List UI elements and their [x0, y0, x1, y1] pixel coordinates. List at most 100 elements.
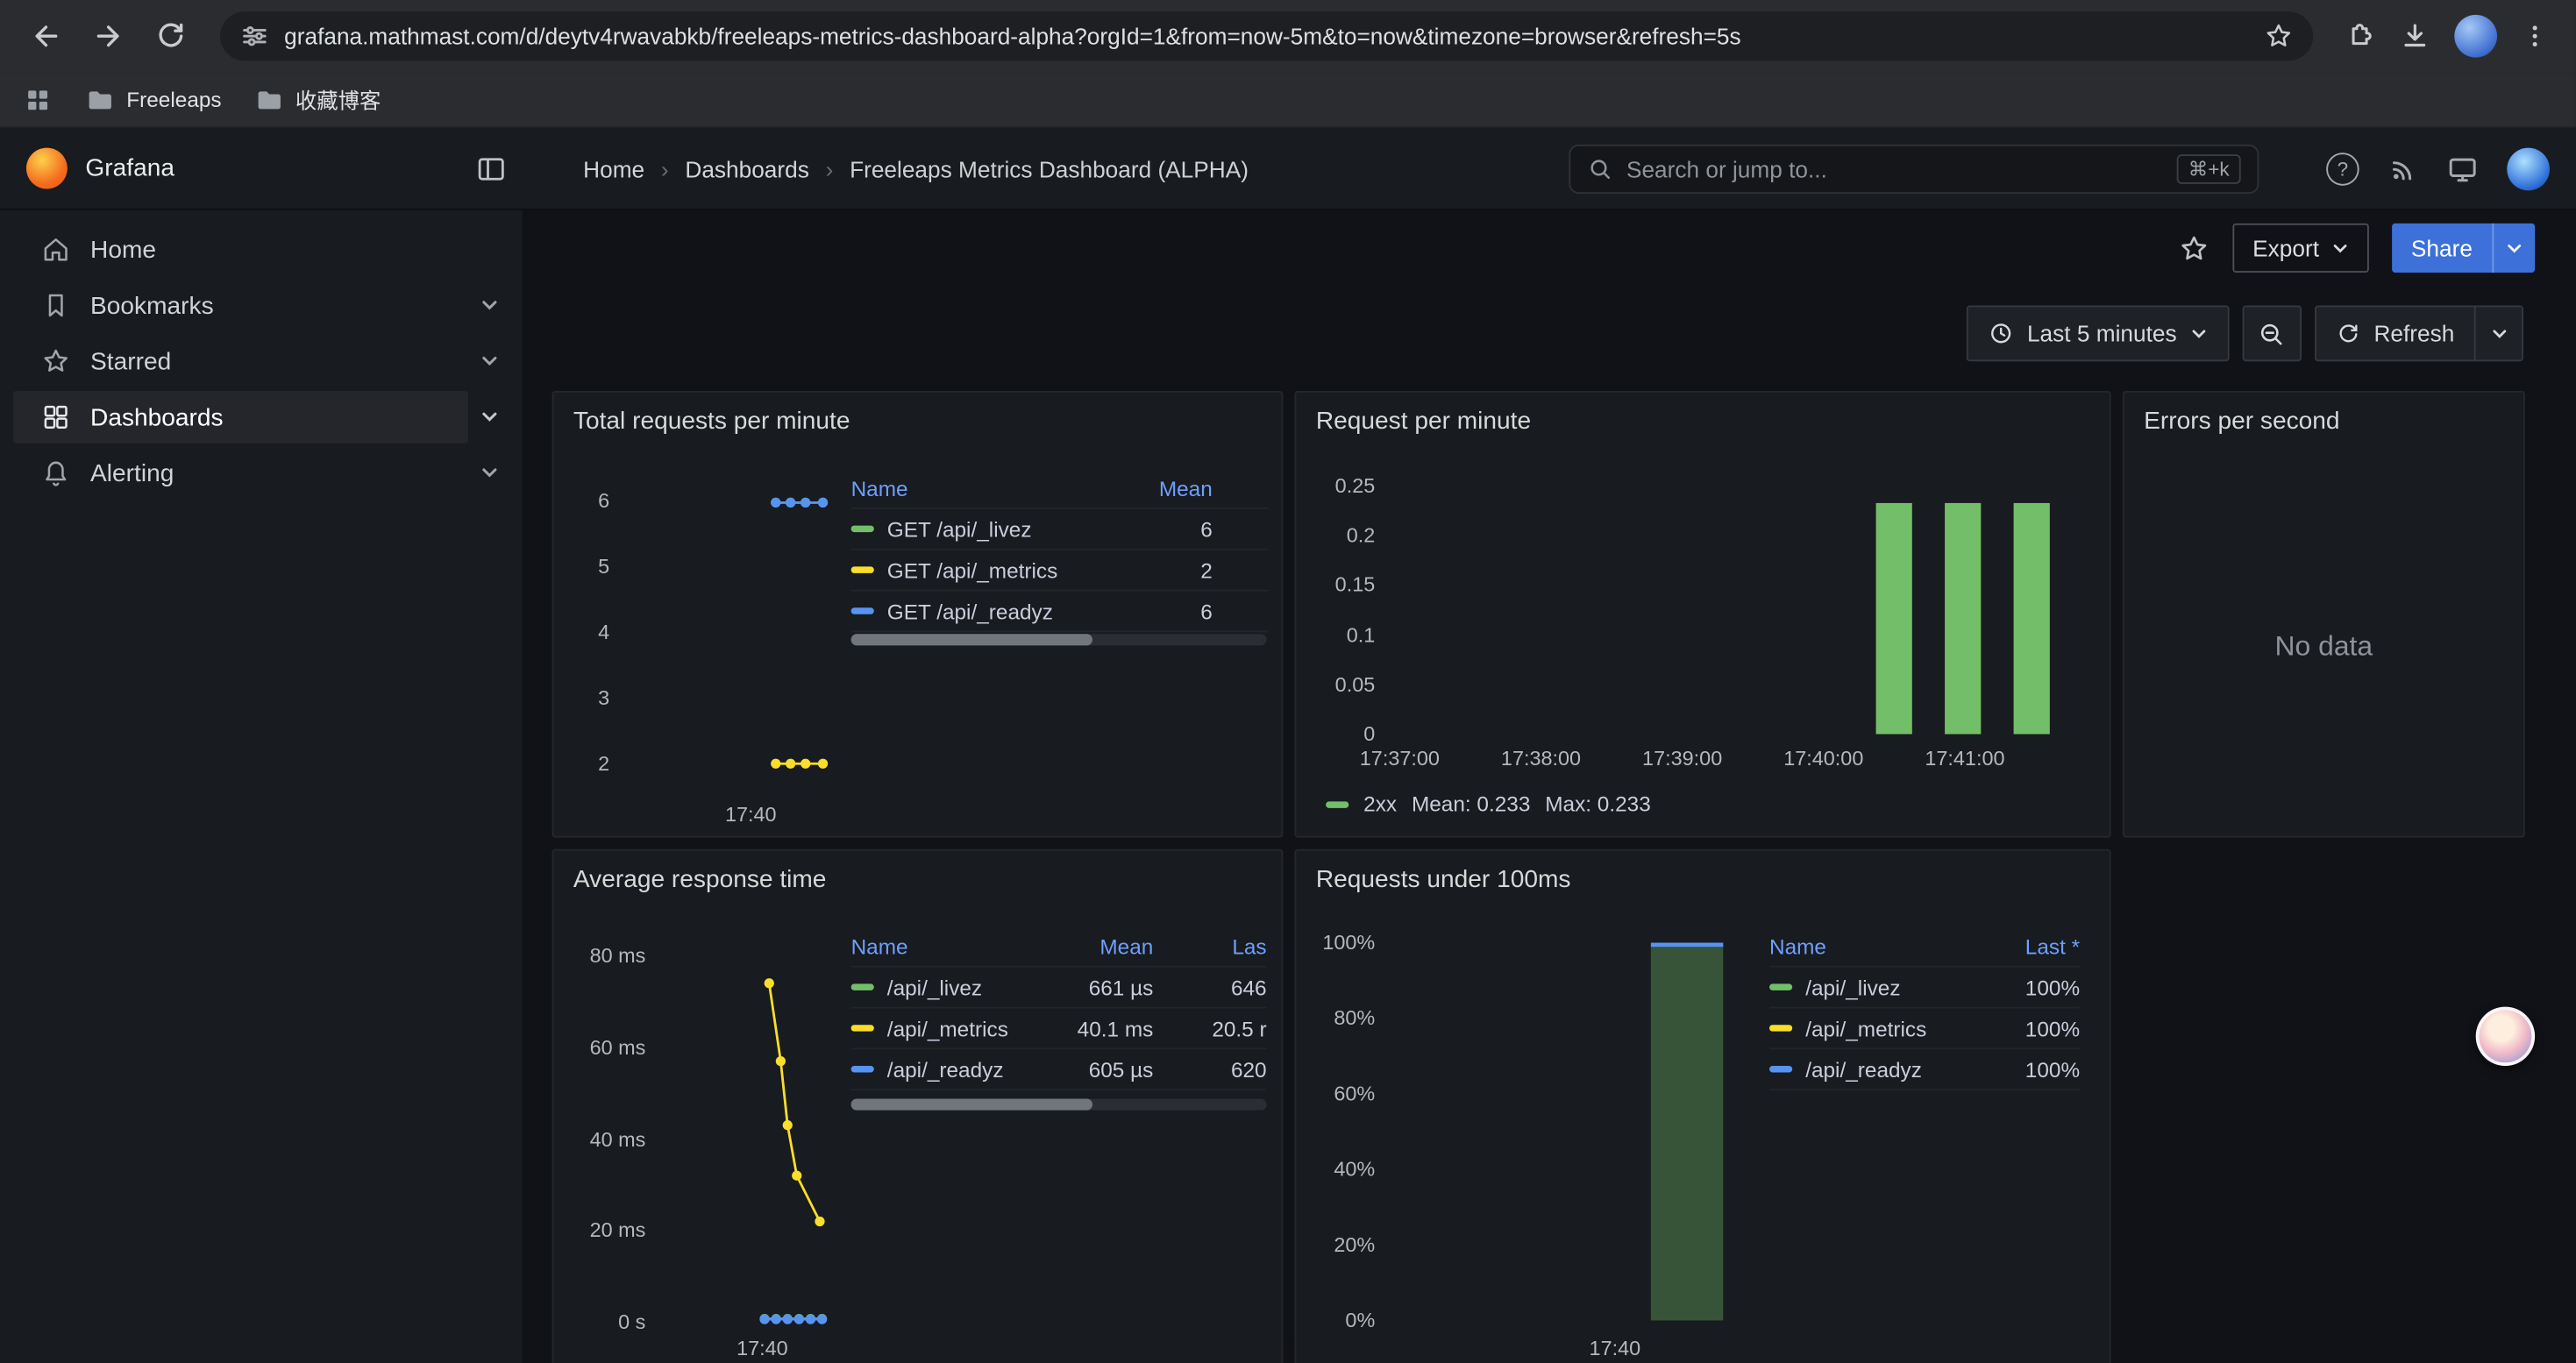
panel-title[interactable]: Average response time — [573, 865, 827, 893]
bar-chart[interactable] — [1388, 486, 2083, 735]
bookmark-folder-blogs[interactable]: 收藏博客 — [254, 84, 381, 116]
breadcrumb-home[interactable]: Home — [583, 155, 644, 181]
series-swatch — [1769, 983, 1792, 990]
chevron-down-icon[interactable] — [480, 463, 499, 482]
star-icon — [41, 346, 71, 376]
legend-scrollbar[interactable] — [851, 634, 1267, 645]
series-name[interactable]: GET /api/_metrics — [887, 557, 1057, 582]
url-input[interactable] — [284, 23, 2249, 49]
screen-icon[interactable] — [2446, 153, 2479, 185]
header-left: Grafana — [0, 128, 523, 209]
folder-icon — [85, 84, 115, 114]
breadcrumb-current: Freeleaps Metrics Dashboard (ALPHA) — [850, 155, 1249, 181]
series-mean: Mean: 0.233 — [1412, 792, 1530, 816]
refresh-interval-caret[interactable] — [2474, 306, 2523, 362]
legend-header-last[interactable]: Last * — [1982, 934, 2080, 959]
apps-grid-icon[interactable] — [23, 84, 53, 114]
series-swatch — [1769, 1066, 1792, 1072]
sidebar-item-dashboards[interactable]: Dashboards — [0, 389, 523, 445]
legend: 2xx Mean: 0.233 Max: 0.233 — [1326, 792, 1651, 816]
scrollbar-thumb[interactable] — [851, 1099, 1092, 1111]
chevron-down-icon[interactable] — [480, 351, 499, 371]
series-name[interactable]: 2xx — [1363, 792, 1397, 816]
share-button[interactable]: Share — [2391, 224, 2535, 273]
y-axis: 0.250.20.150.10.050 — [1306, 474, 1376, 745]
zoom-out-button[interactable] — [2243, 306, 2302, 362]
chevron-down-icon — [2190, 324, 2209, 343]
sidebar-item-alerting[interactable]: Alerting — [0, 445, 523, 501]
y-axis: 100%80%60%40%20%0% — [1306, 931, 1376, 1331]
help-icon[interactable]: ? — [2326, 153, 2359, 185]
favorite-star-icon[interactable] — [2179, 232, 2210, 264]
panel-title[interactable]: Errors per second — [2144, 408, 2339, 436]
sidebar-item-home[interactable]: Home — [0, 222, 523, 278]
legend-row: GET /api/_readyz 6 — [851, 592, 1269, 633]
panel-title[interactable]: Request per minute — [1316, 408, 1531, 436]
search-input[interactable] — [1626, 156, 2164, 182]
browser-profile-avatar[interactable] — [2454, 15, 2497, 58]
address-bar[interactable] — [220, 11, 2313, 60]
share-label: Share — [2411, 235, 2473, 261]
refresh-icon — [2336, 321, 2360, 345]
sidebar-item-label: Starred — [90, 347, 171, 375]
assistant-avatar[interactable] — [2476, 1007, 2535, 1066]
legend-header-name[interactable]: Name — [851, 476, 1114, 500]
series-name[interactable]: /api/_readyz — [887, 1057, 1004, 1082]
legend-header-mean[interactable]: Mean — [1055, 934, 1153, 959]
reload-icon[interactable] — [145, 10, 197, 62]
y-axis: 65432 — [570, 489, 609, 775]
news-icon[interactable] — [2387, 153, 2418, 185]
series-mean: 605 µs — [1055, 1057, 1153, 1082]
scrollbar-thumb[interactable] — [851, 634, 1092, 645]
sidebar-item-bookmarks[interactable]: Bookmarks — [0, 278, 523, 334]
chevron-down-icon[interactable] — [480, 295, 499, 315]
series-name[interactable]: GET /api/_livez — [887, 516, 1032, 541]
refresh-label: Refresh — [2373, 320, 2454, 346]
legend-row: GET /api/_metrics 2 — [851, 550, 1269, 592]
series-name[interactable]: GET /api/_readyz — [887, 599, 1053, 623]
bookmark-star-icon[interactable] — [2264, 21, 2294, 51]
legend-header-row: Name Mean Las — [851, 928, 1267, 968]
downloads-icon[interactable] — [2399, 19, 2431, 52]
line-chart[interactable] — [609, 502, 857, 763]
bookmark-icon — [41, 291, 71, 321]
series-name[interactable]: /api/_metrics — [887, 1016, 1008, 1040]
legend-header-name[interactable]: Name — [851, 934, 1055, 959]
refresh-button[interactable]: Refresh — [2315, 306, 2476, 362]
legend-header-mean[interactable]: Mean — [1114, 476, 1212, 500]
breadcrumb-dashboards[interactable]: Dashboards — [685, 155, 808, 181]
site-settings-icon[interactable] — [240, 21, 270, 51]
legend-row: /api/_livez 661 µs 646 — [851, 968, 1267, 1009]
no-data-message: No data — [2124, 631, 2523, 664]
grafana-logo[interactable] — [26, 148, 68, 189]
panel-title[interactable]: Total requests per minute — [573, 408, 850, 436]
bookmark-folder-freeleaps[interactable]: Freeleaps — [85, 84, 221, 114]
user-avatar[interactable] — [2507, 148, 2550, 191]
time-range-picker[interactable]: Last 5 minutes — [1967, 306, 2230, 362]
series-name[interactable]: /api/_metrics — [1805, 1016, 1926, 1040]
legend-row: /api/_readyz 100% — [1769, 1049, 2080, 1090]
legend-scrollbar[interactable] — [851, 1099, 1267, 1111]
series-name[interactable]: /api/_livez — [1805, 975, 1900, 999]
back-icon[interactable] — [19, 10, 72, 62]
legend-header-name[interactable]: Name — [1769, 934, 1982, 959]
time-range-label: Last 5 minutes — [2027, 320, 2177, 346]
x-axis-label: 17:40 — [713, 1337, 811, 1359]
forward-icon[interactable] — [82, 10, 135, 62]
sidebar-toggle-icon[interactable] — [474, 152, 507, 184]
panel-title[interactable]: Requests under 100ms — [1316, 865, 1571, 893]
series-name[interactable]: /api/_readyz — [1805, 1057, 1922, 1082]
share-menu-caret[interactable] — [2492, 224, 2535, 273]
series-name[interactable]: /api/_livez — [887, 975, 982, 999]
y-axis: 80 ms60 ms40 ms20 ms0 s — [560, 944, 645, 1333]
browser-menu-icon[interactable] — [2520, 21, 2550, 51]
search-box[interactable]: ⌘+k — [1569, 145, 2259, 194]
panel-total-requests: Total requests per minute 65432 17:40 Na… — [552, 391, 1284, 838]
extensions-icon[interactable] — [2343, 19, 2375, 52]
export-button[interactable]: Export — [2233, 224, 2369, 273]
sidebar-item-starred[interactable]: Starred — [0, 333, 523, 389]
legend-header-last[interactable]: Las — [1153, 934, 1266, 959]
series-mean: 661 µs — [1055, 975, 1153, 999]
chevron-down-icon[interactable] — [480, 408, 499, 427]
brand-name: Grafana — [85, 154, 174, 182]
